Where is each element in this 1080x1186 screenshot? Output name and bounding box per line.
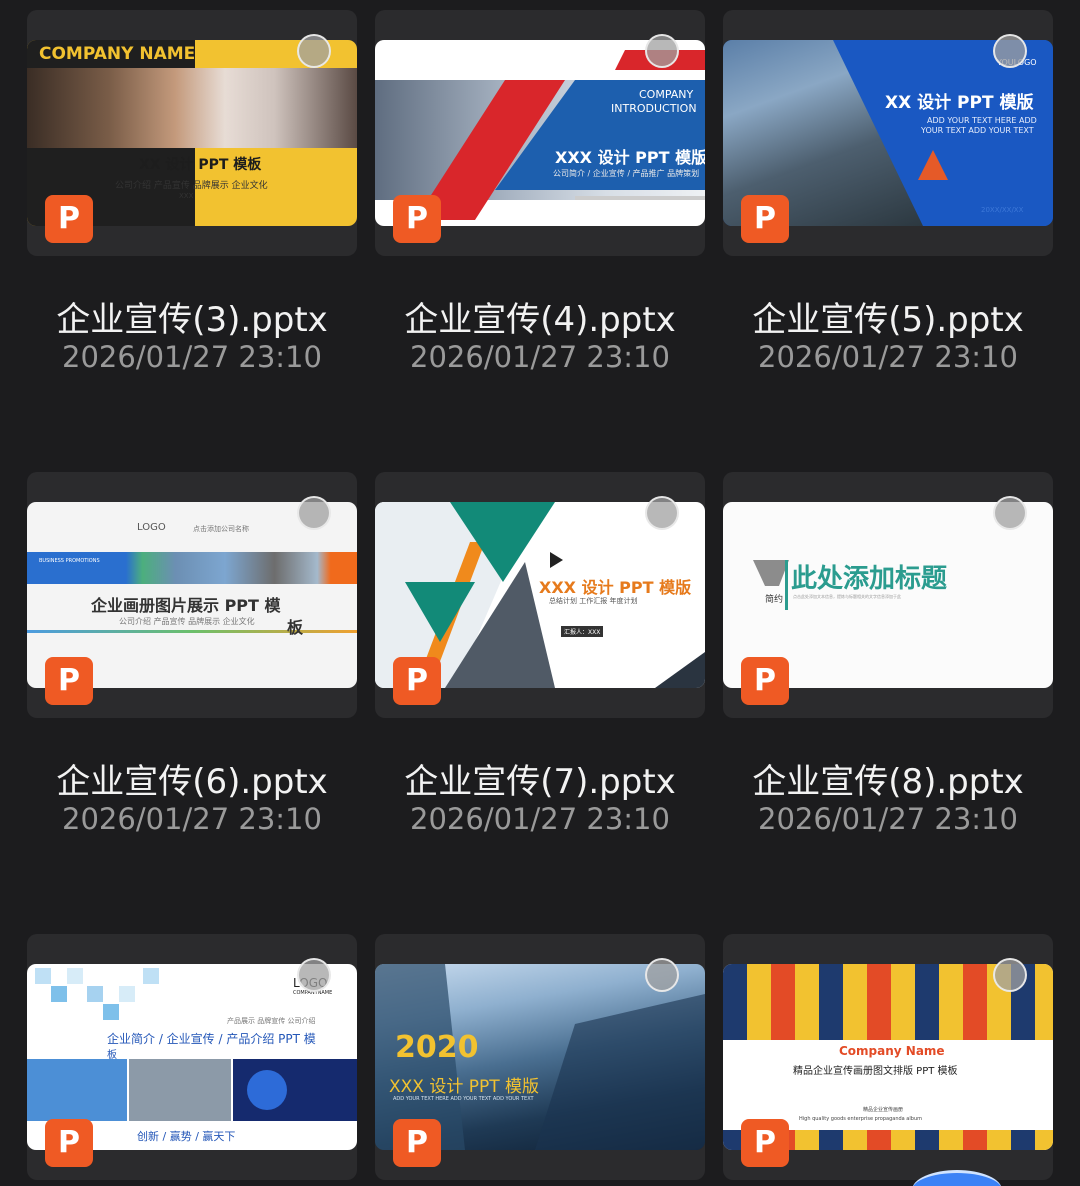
preview-line2: YOUR TEXT ADD YOUR TEXT [921, 126, 1034, 135]
file-date: 2026/01/27 23:10 [758, 340, 1018, 374]
file-name: 企业宣传(3).pptx [56, 300, 328, 340]
file-name: 企业宣传(7).pptx [404, 762, 676, 802]
preview-subtitle: 点击此处添加文本信息，提炼与标题相关的文字信息添加于此 [793, 594, 901, 599]
preview-hint: 点击添加公司名称 [193, 525, 249, 533]
preview-line1: ADD YOUR TEXT HERE ADD [927, 116, 1037, 125]
file-date: 2026/01/27 23:10 [410, 340, 670, 374]
preview-title-wrap: 板 [287, 618, 304, 637]
select-checkbox[interactable] [993, 958, 1027, 992]
preview-bar: BUSINESS PROMOTIONS [39, 558, 100, 564]
file-card[interactable]: LOGO 点击添加公司名称 BUSINESS PROMOTIONS 企业画册图片… [27, 472, 357, 718]
file-grid: COMPANY NAME XX 设计 PPT 模板 公司介绍 产品宣传 品牌展示… [0, 0, 1080, 1186]
file-card[interactable]: COMPANY INTRODUCTION XXX 设计 PPT 模版 公司简介 … [375, 10, 705, 256]
select-checkbox[interactable] [645, 34, 679, 68]
file-card[interactable]: 此处添加标题 简约 点击此处添加文本信息，提炼与标题相关的文字信息添加于此 P [723, 472, 1053, 718]
preview-title: 企业简介 / 企业宣传 / 产品介绍 PPT 模 [107, 1032, 316, 1046]
file-card[interactable]: LOGO COMPANYNAME 产品展示 品牌宣传 公司介绍 企业简介 / 企… [27, 934, 357, 1180]
preview-year: 2020 [395, 1030, 479, 1065]
file-name: 企业宣传(4).pptx [404, 300, 676, 340]
preview-title: XXX 设计 PPT 模版 [389, 1077, 540, 1097]
preview-tag: 简约 [765, 595, 784, 605]
file-card[interactable]: YOULOGO XX 设计 PPT 模版 ADD YOUR TEXT HERE … [723, 10, 1053, 256]
file-date: 2026/01/27 23:10 [62, 802, 322, 836]
select-checkbox[interactable] [297, 34, 331, 68]
file-card[interactable]: 2020 XXX 设计 PPT 模版 ADD YOUR TEXT HERE AD… [375, 934, 705, 1180]
ppt-file-icon: P [45, 1119, 93, 1167]
preview-slogan: 创新 / 赢势 / 赢天下 [137, 1130, 236, 1143]
file-date: 2026/01/27 23:10 [758, 802, 1018, 836]
preview-small: ADD YOUR TEXT HERE ADD YOUR TEXT ADD YOU… [393, 1096, 534, 1102]
select-checkbox[interactable] [993, 496, 1027, 530]
preview-logo: LOGO [137, 522, 166, 533]
ppt-file-icon: P [741, 1119, 789, 1167]
preview-title-wrap: 板 [107, 1050, 117, 1061]
preview-title: 企业画册图片展示 PPT 模 [91, 596, 281, 615]
preview-title: XXX 设计 PPT 模版 [539, 578, 692, 597]
ppt-file-icon: P [741, 657, 789, 705]
file-card[interactable]: COMPANY NAME XX 设计 PPT 模板 公司介绍 产品宣传 品牌展示… [27, 10, 357, 256]
preview-subtitle: 公司介绍 产品宣传 品牌展示 企业文化 [115, 181, 268, 191]
preview-tag: 汇报人：XXX [561, 626, 604, 637]
preview-subtitle: 公司介绍 产品宣传 品牌展示 企业文化 [119, 617, 255, 626]
preview-subtitle: 公司简介 / 企业宣传 / 产品推广 品牌策划 [553, 169, 700, 178]
select-checkbox[interactable] [297, 496, 331, 530]
file-card[interactable]: Company Name 精品企业宣传画册图文排版 PPT 模板 精品企业宣传画… [723, 934, 1053, 1180]
file-date: 2026/01/27 23:10 [410, 802, 670, 836]
preview-title: XX 设计 PPT 模版 [885, 93, 1034, 113]
file-name: 企业宣传(8).pptx [752, 762, 1024, 802]
select-checkbox[interactable] [297, 958, 331, 992]
file-card[interactable]: XXX 设计 PPT 模版 总结计划 工作汇报 年度计划 汇报人：XXX P [375, 472, 705, 718]
preview-line1: 精品企业宣传画册 [863, 1107, 904, 1113]
preview-title: 精品企业宣传画册图文排版 PPT 模板 [793, 1066, 958, 1077]
preview-line2: High quality goods enterprise propaganda… [799, 1116, 922, 1122]
preview-line1: COMPANY [639, 88, 694, 101]
preview-tag: XXX [179, 192, 194, 200]
preview-small: 产品展示 品牌宣传 公司介绍 [227, 1017, 316, 1025]
ppt-file-icon: P [45, 657, 93, 705]
preview-company: COMPANY NAME [39, 44, 196, 64]
preview-title: XXX 设计 PPT 模版 [555, 148, 705, 167]
select-checkbox[interactable] [645, 958, 679, 992]
preview-title: 此处添加标题 [791, 564, 948, 594]
select-checkbox[interactable] [993, 34, 1027, 68]
ppt-file-icon: P [45, 195, 93, 243]
ppt-file-icon: P [741, 195, 789, 243]
file-name: 企业宣传(5).pptx [752, 300, 1024, 340]
preview-company: Company Name [839, 1044, 945, 1058]
file-date: 2026/01/27 23:10 [62, 340, 322, 374]
file-name: 企业宣传(6).pptx [56, 762, 328, 802]
ppt-file-icon: P [393, 657, 441, 705]
preview-subtitle: 总结计划 工作汇报 年度计划 [549, 597, 638, 605]
preview-footer: 20XX/XX/XX [981, 206, 1024, 214]
select-checkbox[interactable] [645, 496, 679, 530]
preview-line2: INTRODUCTION [611, 102, 697, 115]
ppt-file-icon: P [393, 1119, 441, 1167]
ppt-file-icon: P [393, 195, 441, 243]
